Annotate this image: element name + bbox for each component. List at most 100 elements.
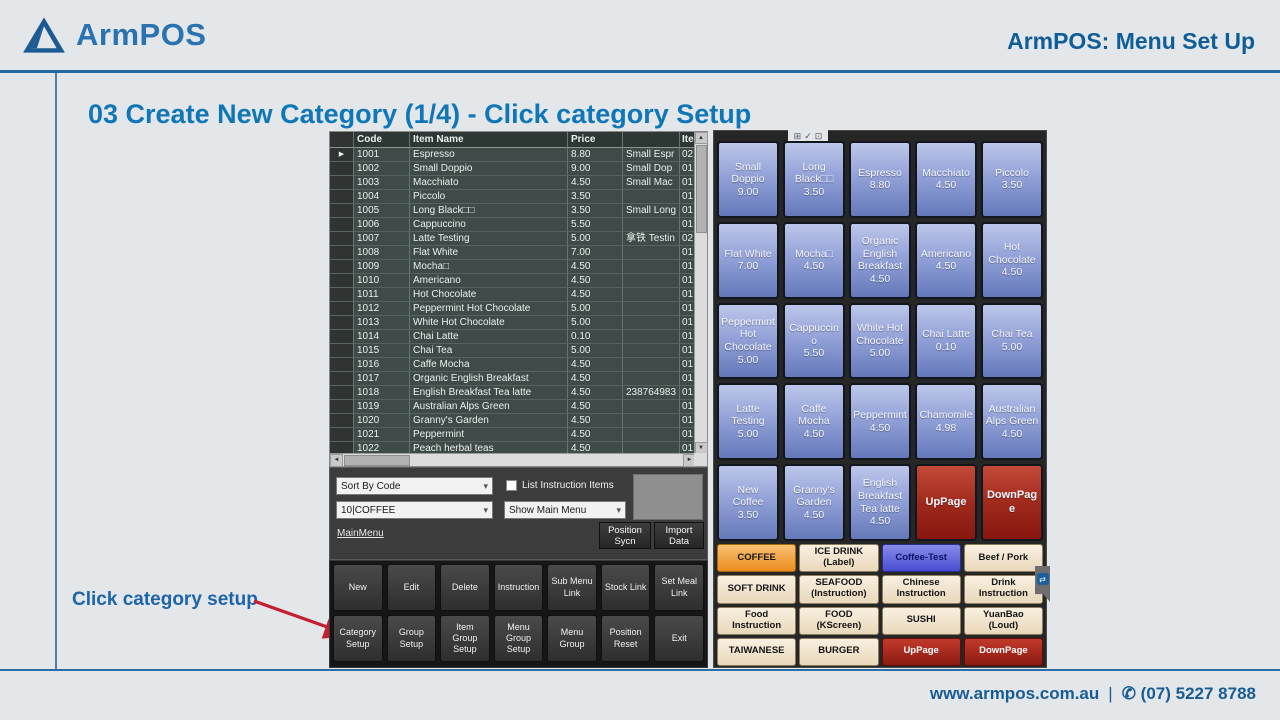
table-row[interactable]: 1019 Australian Alps Green 4.50 01 [330,400,696,414]
table-row[interactable]: 1007 Latte Testing 5.00 拿铁 Testin 02 [330,232,696,246]
table-row[interactable]: 1014 Chai Latte 0.10 01 [330,330,696,344]
toolbar-button[interactable]: Category Setup [333,615,383,662]
scroll-up-icon[interactable]: ▲ [695,132,708,144]
category-label: UpPage [903,646,938,657]
sort-dropdown[interactable]: Sort By Code ▾ [336,477,493,495]
header-price[interactable]: Price [568,132,623,148]
menu-item-tile[interactable]: Cappuccino 5.50 [783,303,845,380]
table-row[interactable]: 1009 Mocha□ 4.50 01 [330,260,696,274]
toolbar-button[interactable]: Delete [440,564,490,611]
toolbar-button[interactable]: Edit [387,564,437,611]
table-row[interactable]: 1011 Hot Chocolate 4.50 01 [330,288,696,302]
table-row[interactable]: ▶ 1001 Espresso 8.80 Small Espr 02 [330,148,696,162]
vertical-scroll-thumb[interactable] [696,145,707,233]
toolbar-button[interactable]: Position Reset [601,615,651,662]
menu-item-tile[interactable]: English Breakfast Tea latte 4.50 [849,464,911,541]
category-button[interactable]: SUSHI [882,607,961,635]
category-dropdown[interactable]: 10|COFFEE ▾ [336,501,493,519]
menu-item-tile[interactable]: Peppermint Hot Chocolate 5.00 [717,303,779,380]
table-row[interactable]: 1016 Caffe Mocha 4.50 01 [330,358,696,372]
category-button[interactable]: SEAFOOD (Instruction) [799,575,878,603]
table-row[interactable]: 1003 Macchiato 4.50 Small Mac 01 [330,176,696,190]
table-row[interactable]: 1012 Peppermint Hot Chocolate 5.00 01 [330,302,696,316]
tile-label: Chai Tea [991,328,1032,341]
toolbar-button[interactable]: Menu Group Setup [494,615,544,662]
slide-title: 03 Create New Category (1/4) - Click cat… [88,99,751,130]
menu-item-tile[interactable]: Organic English Breakfast 4.50 [849,222,911,299]
toolbar-button[interactable]: Instruction [494,564,544,611]
menu-item-tile[interactable]: Piccolo 3.50 [981,141,1043,218]
table-row[interactable]: 1013 White Hot Chocolate 5.00 01 [330,316,696,330]
table-row[interactable]: 1004 Piccolo 3.50 01 [330,190,696,204]
menu-item-tile[interactable]: Americano 4.50 [915,222,977,299]
menu-item-tile[interactable]: Flat White 7.00 [717,222,779,299]
toolbar-button[interactable]: Group Setup [387,615,437,662]
menu-item-tile[interactable]: Chai Latte 0.10 [915,303,977,380]
menu-item-tile[interactable]: Macchiato 4.50 [915,141,977,218]
menu-item-tile[interactable]: Long Black□□ 3.50 [783,141,845,218]
toolbar-button[interactable]: Exit [654,615,704,662]
toolbar-button[interactable]: Menu Group [547,615,597,662]
header-alt-name[interactable] [623,132,680,148]
vertical-scrollbar[interactable]: ▲ ▼ [694,132,707,454]
scroll-left-icon[interactable]: ◄ [330,454,343,467]
table-row[interactable]: 1018 English Breakfast Tea latte 4.50 23… [330,386,696,400]
toolbar-button[interactable]: Item Group Setup [440,615,490,662]
toolbar-button[interactable]: Set Meal Link [654,564,704,611]
category-button[interactable]: ICE DRINK (Label) [799,544,878,572]
toolbar-button[interactable]: Stock Link [601,564,651,611]
table-row[interactable]: 1020 Granny's Garden 4.50 01 [330,414,696,428]
toolbar-button[interactable]: Sub Menu Link [547,564,597,611]
menu-item-tile[interactable]: DownPage [981,464,1043,541]
category-button[interactable]: Food Instruction [717,607,796,635]
horizontal-scrollbar[interactable]: ◄ ► [330,453,696,466]
tile-label: Espresso [858,167,902,180]
table-row[interactable]: 1008 Flat White 7.00 01 [330,246,696,260]
main-menu-link[interactable]: MainMenu [337,528,384,539]
category-button[interactable]: YuanBao (Loud) [964,607,1043,635]
category-button[interactable]: Coffee-Test [882,544,961,572]
menu-item-tile[interactable]: Granny's Garden 4.50 [783,464,845,541]
category-button[interactable]: FOOD (KScreen) [799,607,878,635]
menu-view-dropdown[interactable]: Show Main Menu ▾ [504,501,626,519]
category-button[interactable]: UpPage [882,638,961,666]
tile-label: UpPage [926,496,967,509]
table-row[interactable]: 1005 Long Black□□ 3.50 Small Long 01 [330,204,696,218]
row-pointer [330,260,354,274]
menu-item-tile[interactable]: Espresso 8.80 [849,141,911,218]
menu-item-tile[interactable]: UpPage [915,464,977,541]
menu-item-tile[interactable]: Hot Chocolate 4.50 [981,222,1043,299]
category-button[interactable]: Drink Instruction [964,575,1043,603]
import-data-button[interactable]: Import Data [654,522,704,549]
position-sync-button[interactable]: Position Sycn [599,522,651,549]
menu-item-tile[interactable]: New Coffee 3.50 [717,464,779,541]
category-button[interactable]: COFFEE [717,544,796,572]
category-button[interactable]: BURGER [799,638,878,666]
horizontal-scroll-thumb[interactable] [344,455,410,466]
cell-alt-name [623,246,680,260]
category-button[interactable]: Beef / Pork [964,544,1043,572]
menu-item-tile[interactable]: Latte Testing 5.00 [717,383,779,460]
category-button[interactable]: Chinese Instruction [882,575,961,603]
menu-item-tile[interactable]: Mocha□ 4.50 [783,222,845,299]
table-row[interactable]: 1021 Peppermint 4.50 01 [330,428,696,442]
toolbar-button[interactable]: New [333,564,383,611]
menu-item-tile[interactable]: Peppermint 4.50 [849,383,911,460]
table-row[interactable]: 1017 Organic English Breakfast 4.50 01 [330,372,696,386]
table-row[interactable]: 1006 Cappuccino 5.50 01 [330,218,696,232]
header-item-name[interactable]: Item Name [410,132,568,148]
category-button[interactable]: SOFT DRINK [717,575,796,603]
menu-item-tile[interactable]: White Hot Chocolate 5.00 [849,303,911,380]
list-instruction-checkbox[interactable] [506,480,517,491]
table-row[interactable]: 1015 Chai Tea 5.00 01 [330,344,696,358]
category-button[interactable]: TAIWANESE [717,638,796,666]
menu-item-tile[interactable]: Small Doppio 9.00 [717,141,779,218]
menu-item-tile[interactable]: Caffe Mocha 4.50 [783,383,845,460]
menu-item-tile[interactable]: Australian Alps Green 4.50 [981,383,1043,460]
header-code[interactable]: Code [354,132,410,148]
menu-item-tile[interactable]: Chamomile 4.98 [915,383,977,460]
category-button[interactable]: DownPage [964,638,1043,666]
table-row[interactable]: 1002 Small Doppio 9.00 Small Dop 01 [330,162,696,176]
table-row[interactable]: 1010 Americano 4.50 01 [330,274,696,288]
menu-item-tile[interactable]: Chai Tea 5.00 [981,303,1043,380]
